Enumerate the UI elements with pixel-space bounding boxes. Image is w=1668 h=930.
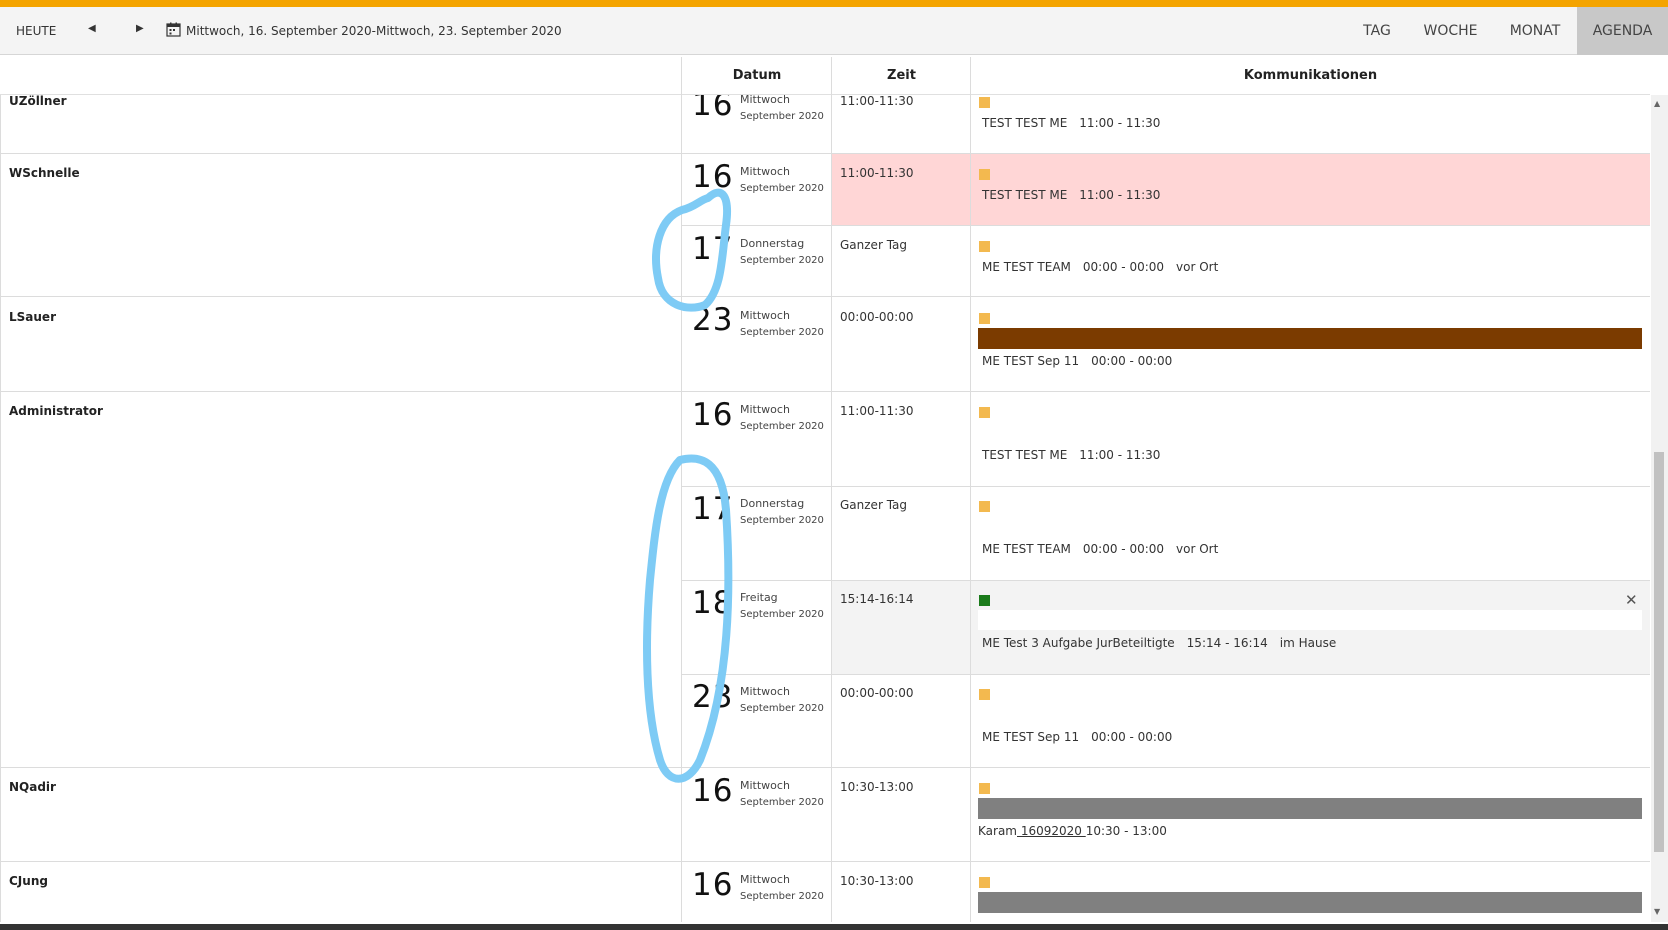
- event-bar-white: [978, 610, 1642, 630]
- user-name: NQadir: [9, 780, 56, 794]
- event-marker-selected: [979, 595, 990, 606]
- date-month-year: September 2020: [740, 183, 824, 194]
- agenda-grid: UZöllner WSchnelle LSauer Administrator …: [0, 95, 1650, 922]
- event-color-bar[interactable]: [978, 798, 1642, 819]
- event-marker: [979, 313, 990, 324]
- date-weekday: Donnerstag: [740, 237, 805, 250]
- event-marker: [979, 407, 990, 418]
- view-agenda-button[interactable]: AGENDA: [1577, 7, 1668, 55]
- user-name: CJung: [9, 874, 48, 888]
- scroll-down-icon[interactable]: ▼: [1654, 907, 1660, 916]
- date-weekday: Mittwoch: [740, 779, 790, 792]
- event-item[interactable]: ME Test 3 Aufgabe JurBeteiltigte 15:14 - …: [982, 636, 1348, 650]
- date-day-number: 23: [692, 679, 734, 715]
- event-item[interactable]: ME TEST TEAM 00:00 - 00:00 vor Ort: [982, 260, 1230, 274]
- event-item[interactable]: ME TEST Sep 11 00:00 - 00:00: [982, 354, 1184, 368]
- event-item[interactable]: TEST TEST ME 11:00 - 11:30: [982, 116, 1172, 130]
- event-color-bar[interactable]: [978, 892, 1642, 913]
- event-time-range: 00:00-00:00: [840, 310, 914, 324]
- accent-stripe: [0, 0, 1668, 7]
- event-color-bar[interactable]: [978, 328, 1642, 349]
- date-day-number: 16: [692, 159, 734, 195]
- date-weekday: Mittwoch: [740, 95, 790, 106]
- event-marker: [979, 783, 990, 794]
- view-tag-button[interactable]: TAG: [1349, 7, 1405, 55]
- close-icon[interactable]: ✕: [1625, 591, 1638, 609]
- event-time-range: Ganzer Tag: [840, 498, 908, 512]
- event-marker: [979, 877, 990, 888]
- date-month-year: September 2020: [740, 111, 824, 122]
- event-item[interactable]: ME TEST TEAM 00:00 - 00:00 vor Ort: [982, 542, 1230, 556]
- date-day-number: 16: [692, 773, 734, 809]
- date-weekday: Donnerstag: [740, 497, 805, 510]
- calendar-icon[interactable]: [166, 22, 181, 37]
- event-time-range: 10:30-13:00: [840, 780, 914, 794]
- column-header-kommunikationen: Kommunikationen: [1243, 68, 1378, 83]
- event-time-range: 11:00-11:30: [840, 95, 914, 108]
- highlighted-event-row: [832, 154, 1650, 225]
- event-item[interactable]: TEST TEST ME 11:00 - 11:30: [982, 188, 1172, 202]
- date-day-number: 23: [692, 302, 734, 338]
- date-weekday: Mittwoch: [740, 403, 790, 416]
- date-weekday: Freitag: [740, 591, 778, 604]
- event-time-range: 10:30-13:00: [840, 874, 914, 888]
- today-button[interactable]: HEUTE: [16, 24, 56, 38]
- user-name: LSauer: [9, 310, 56, 324]
- date-day-number: 16: [692, 397, 734, 433]
- scroll-up-icon[interactable]: ▲: [1654, 99, 1660, 108]
- event-time-range: 11:00-11:30: [840, 404, 914, 418]
- event-time-range: 15:14-16:14: [840, 592, 914, 606]
- event-time-range: 00:00-00:00: [840, 686, 914, 700]
- caret-right-icon[interactable]: ▶: [136, 23, 144, 34]
- bottom-edge: [0, 924, 1668, 930]
- date-day-number: 16: [692, 95, 734, 123]
- date-month-year: September 2020: [740, 421, 824, 432]
- user-name: UZöllner: [9, 95, 67, 108]
- date-month-year: September 2020: [740, 891, 824, 902]
- date-range-label[interactable]: Mittwoch, 16. September 2020-Mittwoch, 2…: [186, 24, 562, 38]
- column-header-zeit: Zeit: [887, 68, 916, 83]
- date-day-number: 17: [692, 231, 734, 267]
- event-marker: [979, 241, 990, 252]
- date-weekday: Mittwoch: [740, 873, 790, 886]
- event-marker: [979, 169, 990, 180]
- event-marker: [979, 689, 990, 700]
- event-time-range: 11:00-11:30: [840, 166, 914, 180]
- date-weekday: Mittwoch: [740, 685, 790, 698]
- date-month-year: September 2020: [740, 327, 824, 338]
- event-time-range: Ganzer Tag: [840, 238, 908, 252]
- event-item[interactable]: Karam 16092020 10:30 - 13:00: [978, 824, 1179, 838]
- date-day-number: 16: [692, 867, 734, 903]
- date-month-year: September 2020: [740, 515, 824, 526]
- scrollbar-thumb[interactable]: [1654, 452, 1664, 852]
- event-marker: [979, 97, 990, 108]
- date-month-year: September 2020: [740, 609, 824, 620]
- date-weekday: Mittwoch: [740, 309, 790, 322]
- view-woche-button[interactable]: WOCHE: [1413, 7, 1488, 55]
- date-month-year: September 2020: [740, 703, 824, 714]
- agenda-header-row: Datum Zeit Kommunikationen: [0, 57, 1650, 95]
- date-month-year: September 2020: [740, 797, 824, 808]
- event-item[interactable]: TEST TEST ME 11:00 - 11:30: [982, 448, 1172, 462]
- column-header-datum: Datum: [732, 68, 782, 83]
- event-marker: [979, 501, 990, 512]
- date-day-number: 18: [692, 585, 734, 621]
- user-name: Administrator: [9, 404, 103, 418]
- date-weekday: Mittwoch: [740, 165, 790, 178]
- event-item[interactable]: ME TEST Sep 11 00:00 - 00:00: [982, 730, 1184, 744]
- date-month-year: September 2020: [740, 255, 824, 266]
- date-day-number: 17: [692, 491, 734, 527]
- view-monat-button[interactable]: MONAT: [1497, 7, 1573, 55]
- caret-left-icon[interactable]: ◀: [88, 23, 96, 34]
- user-name: WSchnelle: [9, 166, 80, 180]
